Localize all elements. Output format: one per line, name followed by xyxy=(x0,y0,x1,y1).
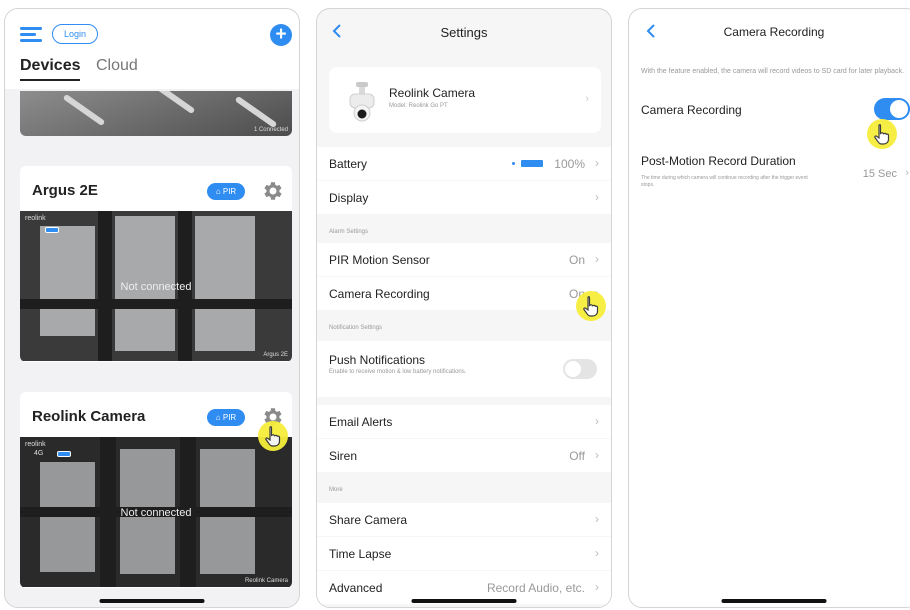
tap-indicator xyxy=(867,119,897,149)
row-label: Share Camera xyxy=(329,513,408,527)
menu-icon[interactable] xyxy=(20,27,42,42)
preview-stamp: 1 Connected xyxy=(253,127,288,133)
brand-watermark: reolink xyxy=(25,441,46,448)
camera-preview[interactable]: reolink 4G Not connected Reolink Camera xyxy=(20,437,292,587)
camera-recording-screen: Camera Recording With the feature enable… xyxy=(628,8,910,608)
row-label: Time Lapse xyxy=(329,547,392,561)
row-value: Off xyxy=(569,449,585,463)
row-label: Email Alerts xyxy=(329,415,393,429)
chevron-right-icon: › xyxy=(595,512,599,526)
add-device-button[interactable]: + xyxy=(270,24,292,46)
camera-recording-label: Camera Recording xyxy=(641,103,742,117)
row-label: Advanced xyxy=(329,581,383,595)
email-alerts-row[interactable]: Email Alerts › xyxy=(317,405,611,438)
login-button[interactable]: Login xyxy=(52,24,98,44)
row-label: Push Notifications xyxy=(329,353,426,367)
pir-badge[interactable]: ⌂ PIR xyxy=(207,183,245,200)
preview-stamp: Argus 2E xyxy=(263,352,288,358)
camera-name: Reolink Camera xyxy=(32,408,146,425)
connection-status: Not connected xyxy=(120,507,192,519)
tab-devices[interactable]: Devices xyxy=(20,57,81,75)
page-title: Settings xyxy=(440,25,488,40)
display-row[interactable]: Display › xyxy=(317,181,611,214)
tab-underline xyxy=(20,79,80,81)
chevron-right-icon: › xyxy=(595,190,599,204)
push-notifications-toggle[interactable] xyxy=(563,359,597,379)
settings-screen: Settings Reolink Camera Model: Reolink G… xyxy=(316,8,612,608)
camera-name: Argus 2E xyxy=(32,182,98,199)
time-lapse-row[interactable]: Time Lapse › xyxy=(317,537,611,570)
battery-row[interactable]: Battery 100% › xyxy=(317,147,611,180)
row-label: Battery xyxy=(329,157,368,171)
brand-watermark: reolink xyxy=(25,215,46,222)
battery-dot-icon xyxy=(512,162,515,165)
camera-card[interactable]: Reolink Camera ⌂ PIR reolink 4G Not conn… xyxy=(20,392,292,588)
chevron-right-icon: › xyxy=(595,156,599,170)
camera-icon xyxy=(349,82,375,122)
preview-stamp: Reolink Camera xyxy=(244,578,288,584)
row-label: PIR Motion Sensor xyxy=(329,253,430,267)
signal-indicator: 4G xyxy=(34,450,44,457)
home-indicator xyxy=(721,599,827,603)
devices-header: Login + Devices Cloud xyxy=(5,9,299,89)
pir-motion-row[interactable]: PIR Motion Sensor On › xyxy=(317,243,611,276)
section-header: Notification Settings xyxy=(329,325,383,331)
device-name: Reolink Camera xyxy=(389,86,476,100)
connection-status: Not connected xyxy=(120,281,192,293)
camera-recording-toggle[interactable] xyxy=(874,98,910,120)
row-value: Record Audio, etc. xyxy=(486,581,585,595)
camera-preview[interactable]: reolink Not connected Argus 2E xyxy=(20,211,292,361)
tab-cloud[interactable]: Cloud xyxy=(96,57,138,75)
device-info-card[interactable]: Reolink Camera Model: Reolink Go PT › xyxy=(329,67,601,133)
battery-icon xyxy=(45,227,59,233)
hand-pointer-icon xyxy=(265,426,281,447)
section-header: More xyxy=(329,487,343,493)
pir-badge[interactable]: ⌂ PIR xyxy=(207,409,245,426)
section-header: Alarm Settings xyxy=(329,229,369,235)
siren-row[interactable]: Siren Off › xyxy=(317,439,611,472)
battery-icon xyxy=(57,451,71,457)
device-model: Model: Reolink Go PT xyxy=(389,103,448,109)
hand-pointer-icon xyxy=(583,296,599,317)
devices-screen: Login + Devices Cloud 1 Connected Argus … xyxy=(4,8,300,608)
chevron-right-icon: › xyxy=(595,448,599,462)
post-motion-duration-description: The time during which camera will contin… xyxy=(641,175,808,188)
chevron-right-icon: › xyxy=(595,414,599,428)
camera-preview-top[interactable]: 1 Connected xyxy=(20,91,292,136)
camera-card[interactable]: Argus 2E ⌂ PIR reolink Not connected Arg… xyxy=(20,166,292,362)
home-indicator xyxy=(99,599,205,603)
push-notifications-row[interactable]: Push Notifications Enable to receive mot… xyxy=(317,341,611,397)
chevron-right-icon: › xyxy=(905,167,909,179)
hand-pointer-icon xyxy=(874,124,890,145)
row-value: 100% xyxy=(554,157,585,171)
page-title: Camera Recording xyxy=(723,25,825,39)
row-value: On xyxy=(568,253,585,267)
tap-indicator xyxy=(576,291,606,321)
post-motion-duration-label[interactable]: Post-Motion Record Duration xyxy=(641,154,796,168)
home-indicator xyxy=(411,599,517,603)
camera-recording-row[interactable]: Camera Recording On › xyxy=(317,277,611,310)
battery-icon xyxy=(521,160,543,167)
row-label: Display xyxy=(329,191,369,205)
post-motion-duration-value[interactable]: 15 Sec xyxy=(863,168,897,180)
feature-description: With the feature enabled, the camera wil… xyxy=(641,68,905,75)
gear-icon[interactable] xyxy=(260,179,284,203)
tap-indicator xyxy=(258,421,288,451)
share-camera-row[interactable]: Share Camera › xyxy=(317,503,611,536)
row-description: Enable to receive motion & low battery n… xyxy=(329,369,467,375)
row-label: Siren xyxy=(329,449,358,463)
chevron-right-icon: › xyxy=(585,93,589,105)
chevron-right-icon: › xyxy=(595,546,599,560)
chevron-right-icon: › xyxy=(595,252,599,266)
chevron-right-icon: › xyxy=(595,580,599,594)
row-label: Camera Recording xyxy=(329,287,430,301)
